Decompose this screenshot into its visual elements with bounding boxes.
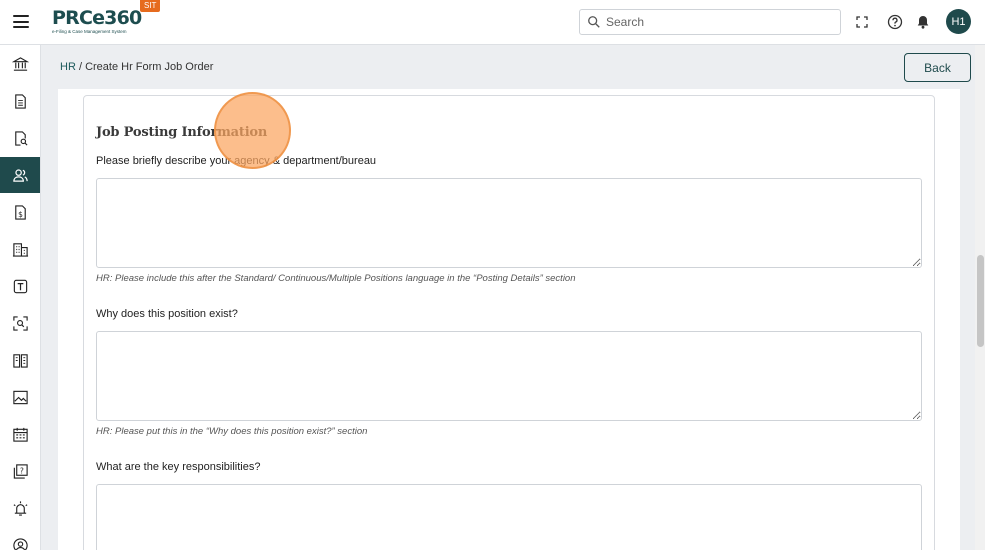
fullscreen-icon[interactable] — [853, 13, 871, 31]
document-search-icon — [14, 130, 28, 146]
search-box — [579, 9, 841, 35]
breadcrumb-link-hr[interactable]: HR — [60, 61, 76, 73]
users-icon — [12, 168, 28, 182]
text-box-icon — [13, 279, 27, 293]
back-button[interactable]: Back — [904, 53, 971, 82]
user-circle-icon — [12, 537, 28, 550]
sidebar-item-document-search[interactable] — [0, 120, 40, 156]
scan-search-icon — [12, 315, 28, 331]
sidebar-item-calendar[interactable] — [0, 416, 40, 452]
sidebar-item-hr[interactable] — [0, 157, 40, 193]
sidebar-item-book[interactable] — [0, 342, 40, 378]
sidebar-item-faq[interactable]: ? — [0, 453, 40, 489]
sidebar-item-scan[interactable] — [0, 305, 40, 341]
position-reason-field[interactable] — [96, 331, 922, 421]
avatar[interactable]: H1 — [946, 9, 971, 34]
environment-badge: SIT — [140, 0, 161, 12]
sidebar: $ ? — [0, 45, 41, 550]
breadcrumb: HR / Create Hr Form Job Order — [60, 61, 213, 73]
sidebar-item-profile[interactable] — [0, 527, 40, 550]
search-input[interactable] — [606, 13, 834, 31]
sidebar-item-organizations[interactable] — [0, 231, 40, 267]
question-responsibilities-label: What are the key responsibilities? — [96, 461, 261, 473]
book-icon — [12, 353, 28, 368]
search-icon — [588, 16, 600, 28]
building-icon — [12, 242, 28, 257]
click-highlight — [214, 92, 291, 169]
breadcrumb-separator: / — [75, 61, 86, 73]
sidebar-item-alerts[interactable] — [0, 490, 40, 526]
image-icon — [12, 390, 28, 404]
help-icon[interactable] — [886, 13, 904, 31]
sidebar-item-bank[interactable] — [0, 46, 40, 82]
scrollbar-thumb[interactable] — [977, 255, 984, 347]
position-reason-hint: HR: Please put this in the “Why does thi… — [96, 426, 368, 437]
sidebar-item-text[interactable] — [0, 268, 40, 304]
bell-icon[interactable] — [914, 13, 932, 31]
sidebar-item-documents[interactable] — [0, 83, 40, 119]
sidebar-item-billing[interactable]: $ — [0, 194, 40, 230]
question-copy-icon: ? — [13, 463, 28, 479]
bank-icon — [11, 56, 29, 71]
sidebar-item-media[interactable] — [0, 379, 40, 415]
top-bar: PRCe360 e-Filing & Case Management Syste… — [0, 0, 985, 45]
responsibilities-field[interactable] — [96, 484, 922, 550]
logo-tagline: e-Filing & Case Management System — [52, 29, 127, 34]
agency-description-hint: HR: Please include this after the Standa… — [96, 273, 576, 284]
svg-text:?: ? — [19, 466, 23, 475]
svg-text:$: $ — [18, 209, 23, 218]
document-icon — [14, 93, 26, 109]
menu-icon[interactable] — [13, 15, 29, 28]
alarm-icon — [13, 500, 27, 516]
question-position-label: Why does this position exist? — [96, 308, 238, 320]
invoice-dollar-icon: $ — [14, 204, 26, 220]
breadcrumb-bar: HR / Create Hr Form Job Order Back — [41, 45, 985, 89]
breadcrumb-current: Create Hr Form Job Order — [85, 61, 214, 73]
calendar-icon — [12, 427, 28, 442]
agency-description-field[interactable] — [96, 178, 922, 268]
